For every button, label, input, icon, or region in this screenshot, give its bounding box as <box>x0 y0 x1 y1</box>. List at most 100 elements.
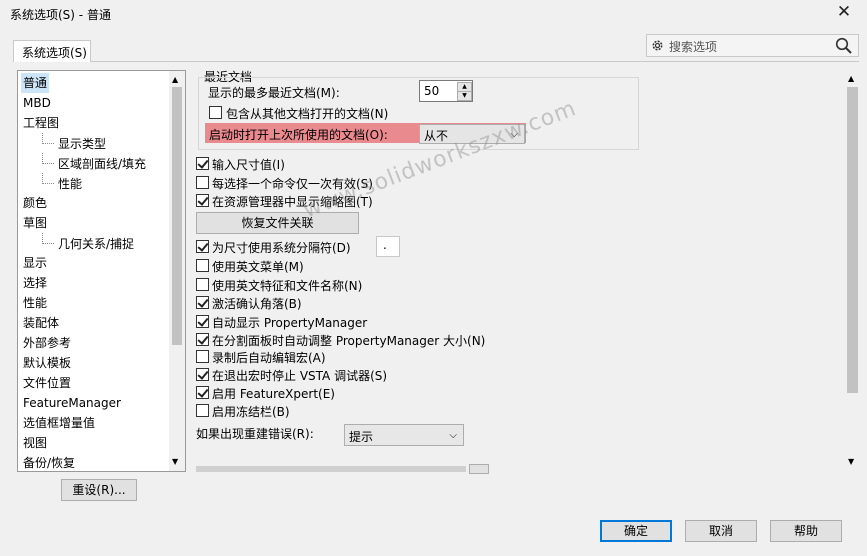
tree-item-label: FeatureManager <box>23 396 121 410</box>
scroll-up-icon[interactable]: ▲ <box>172 75 178 84</box>
scroll-up-icon[interactable]: ▲ <box>848 74 854 83</box>
freeze-bar-label: 启用冻结栏(B) <box>212 405 290 419</box>
gear-icon <box>652 40 663 51</box>
input-dim-label: 输入尺寸值(I) <box>212 158 285 172</box>
tree-item[interactable]: 外部参考 <box>23 333 71 353</box>
tree-item[interactable]: 文件位置 <box>23 373 71 393</box>
cancel-button[interactable]: 取消 <box>685 520 757 542</box>
max-recent-label: 显示的最多最近文档(M): <box>208 86 340 100</box>
tree-item-label: 显示类型 <box>58 137 107 151</box>
english-feature-label: 使用英文特征和文件名称(N) <box>212 279 363 293</box>
tree-scroll-thumb[interactable] <box>172 87 182 345</box>
tree-item[interactable]: 颜色 <box>23 193 47 213</box>
scroll-down-icon[interactable]: ▼ <box>172 457 178 466</box>
tree-item[interactable]: 默认模板 <box>23 353 71 373</box>
english-menu-checkbox[interactable] <box>196 259 209 272</box>
tree-item-label: 视图 <box>23 436 48 450</box>
sys-separator-label: 为尺寸使用系统分隔符(D) <box>212 241 351 255</box>
tree-item[interactable]: MBD <box>23 93 51 113</box>
chevron-down-icon: ⌵ <box>449 430 457 441</box>
tree-scrollbar[interactable]: ▲ ▼ <box>169 71 185 471</box>
rebuild-error-value: 提示 <box>349 430 374 444</box>
open-last-value: 从不 <box>424 129 449 143</box>
max-recent-spinner[interactable]: 50 ▲ ▼ <box>419 80 473 102</box>
edit-macro-checkbox[interactable] <box>196 350 209 363</box>
tree-item-label: 几何关系/捕捉 <box>58 237 135 251</box>
tree-connector <box>42 233 54 244</box>
english-feature-checkbox[interactable] <box>196 278 209 291</box>
tree-connector <box>42 173 54 184</box>
auto-resize-pm-checkbox[interactable] <box>196 333 209 346</box>
tree-item-label: 普通 <box>23 76 48 90</box>
include-other-checkbox[interactable] <box>209 106 222 119</box>
tab-strip-divider <box>13 61 859 62</box>
help-button[interactable]: 帮助 <box>770 520 842 542</box>
auto-resize-pm-label: 在分割面板时自动调整 PropertyManager 大小(N) <box>212 334 486 348</box>
tree-item-label: 装配体 <box>23 316 60 330</box>
tree-item[interactable]: 装配体 <box>23 313 59 333</box>
edit-macro-label: 录制后自动编辑宏(A) <box>212 351 326 365</box>
tree-item[interactable]: 性能 <box>42 173 82 193</box>
tree-connector <box>42 153 54 164</box>
tree-item-label: 草图 <box>23 216 48 230</box>
tree-item-label: 性能 <box>58 177 83 191</box>
ok-button[interactable]: 确定 <box>600 520 672 542</box>
stop-vsta-checkbox[interactable] <box>196 368 209 381</box>
spin-down-icon[interactable]: ▼ <box>457 91 472 101</box>
stop-vsta-label: 在退出宏时停止 VSTA 调试器(S) <box>212 369 388 383</box>
tree-item-label: 备份/恢复 <box>23 456 76 470</box>
freeze-bar-checkbox[interactable] <box>196 404 209 417</box>
search-icon[interactable] <box>835 37 853 55</box>
tree-item-label: 文件位置 <box>23 376 72 390</box>
open-last-label: 启动时打开上次所使用的文档(O): <box>209 128 388 142</box>
tree-item[interactable]: 性能 <box>23 293 47 313</box>
tree-item[interactable]: 选择 <box>23 273 47 293</box>
featurexpert-checkbox[interactable] <box>196 386 209 399</box>
partial-button[interactable] <box>469 464 489 474</box>
reset-button[interactable]: 重设(R)... <box>61 479 137 501</box>
confirm-corner-label: 激活确认角落(B) <box>212 297 302 311</box>
separator-field[interactable]: . <box>376 236 400 257</box>
tree-item-label: 选值框增量值 <box>23 416 96 430</box>
featurexpert-label: 启用 FeatureXpert(E) <box>212 387 335 401</box>
tree-item-label: 性能 <box>23 296 48 310</box>
tab-system-options[interactable]: 系统选项(S) <box>13 40 91 62</box>
thumbnail-checkbox[interactable] <box>196 194 209 207</box>
restore-assoc-button[interactable]: 恢复文件关联 <box>196 212 359 234</box>
tree-item[interactable]: 备份/恢复 <box>23 453 76 471</box>
close-icon[interactable]: ✕ <box>822 0 866 24</box>
max-recent-value: 50 <box>424 84 440 98</box>
tree-item[interactable]: 选值框增量值 <box>23 413 95 433</box>
include-other-label: 包含从其他文档打开的文档(N) <box>226 107 389 121</box>
options-scrollbar[interactable]: ▲ ▼ <box>845 70 860 470</box>
tree-item[interactable]: 几何关系/捕捉 <box>42 233 134 253</box>
tree-item-label: 颜色 <box>23 196 48 210</box>
tree-item[interactable]: FeatureManager <box>23 393 121 413</box>
window-title: 系统选项(S) - 普通 <box>10 8 111 22</box>
tree-item-label: MBD <box>23 96 51 110</box>
tree-connector <box>42 133 54 144</box>
options-scroll-thumb[interactable] <box>847 87 858 393</box>
sys-separator-checkbox[interactable] <box>196 240 209 253</box>
separator-value: . <box>383 238 387 252</box>
tree-item[interactable]: 显示类型 <box>42 133 106 153</box>
tree-item[interactable]: 显示 <box>23 253 47 273</box>
input-dim-checkbox[interactable] <box>196 157 209 170</box>
tree-item[interactable]: 工程图 <box>23 113 59 133</box>
rebuild-error-select[interactable]: 提示 ⌵ <box>344 424 464 446</box>
tree-item-label: 工程图 <box>23 116 60 130</box>
tree-item-label: 显示 <box>23 256 48 270</box>
tree-item[interactable]: 草图 <box>23 213 47 233</box>
search-box[interactable]: 搜索选项 <box>646 34 859 57</box>
english-menu-label: 使用英文菜单(M) <box>212 260 304 274</box>
tree-item[interactable]: 普通 <box>21 73 50 93</box>
tree-item-label: 选择 <box>23 276 48 290</box>
scroll-down-icon[interactable]: ▼ <box>848 457 854 466</box>
tree-item[interactable]: 区域剖面线/填充 <box>42 153 146 173</box>
single-command-checkbox[interactable] <box>196 176 209 189</box>
tree-item[interactable]: 视图 <box>23 433 47 453</box>
options-tree[interactable]: 普通 MBD 工程图 显示类型 区域剖面线/填充 性能 颜色 草图 几何关系/捕捉 显示 选择 性能装… <box>17 70 186 472</box>
confirm-corner-checkbox[interactable] <box>196 296 209 309</box>
auto-show-pm-checkbox[interactable] <box>196 315 209 328</box>
partial-row <box>196 466 466 472</box>
